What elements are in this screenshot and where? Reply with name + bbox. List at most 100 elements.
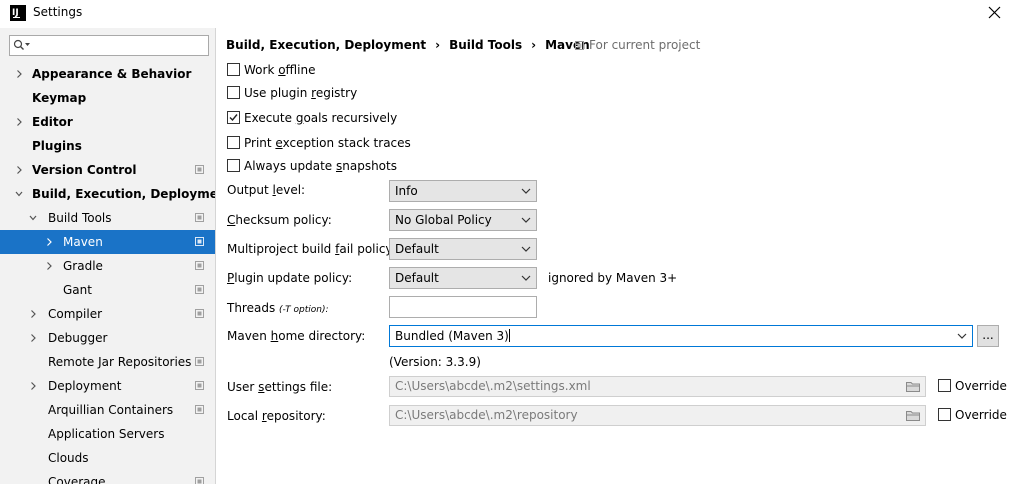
sidebar-item-plugins[interactable]: Plugins (0, 134, 215, 158)
sidebar-item-label: Application Servers (48, 427, 165, 441)
multiproject-fail-policy-dropdown[interactable]: Default (389, 238, 537, 260)
user-settings-field[interactable]: C:\Users\abcde\.m2\settings.xml (389, 376, 926, 397)
text-caret (508, 329, 510, 342)
checkbox-box[interactable] (227, 86, 240, 99)
plugin-update-policy-dropdown[interactable]: Default (389, 267, 537, 289)
sidebar-item-label: Build Tools (48, 211, 112, 225)
checkbox-label: Always update snapshots (244, 159, 397, 173)
maven-home-value: Bundled (Maven 3) (395, 329, 509, 343)
sidebar-item-label: Maven (63, 235, 103, 249)
sidebar-item-build-tools[interactable]: Build Tools (0, 206, 215, 230)
chevron-down-icon (957, 333, 967, 339)
sidebar-item-label: Build, Execution, Deployment (32, 187, 216, 201)
chevron-right-icon[interactable] (28, 333, 38, 343)
sidebar-item-label: Clouds (48, 451, 89, 465)
checkbox-label: Override (955, 379, 1007, 393)
path-value: C:\Users\abcde\.m2\repository (395, 408, 578, 422)
sidebar-item-deployment[interactable]: Deployment (0, 374, 215, 398)
checkbox-box[interactable] (227, 111, 240, 124)
sidebar-item-version-control[interactable]: Version Control (0, 158, 215, 182)
breadcrumb: Build, Execution, Deployment › Build Tools… (226, 38, 590, 52)
threads-input[interactable] (389, 296, 537, 318)
maven-settings-panel: Build, Execution, Deployment › Build Tools… (217, 28, 1009, 484)
sidebar-item-appearance-behavior[interactable]: Appearance & Behavior (0, 62, 215, 86)
chevron-right-icon[interactable] (14, 165, 24, 175)
sidebar-item-coverage[interactable]: Coverage (0, 470, 215, 484)
sidebar-item-arquillian-containers[interactable]: Arquillian Containers (0, 398, 215, 422)
intellij-app-icon: IJ (10, 5, 26, 21)
close-icon (988, 6, 1001, 19)
sidebar-item-label: Keymap (32, 91, 87, 105)
chevron-right-icon[interactable] (28, 309, 38, 319)
project-scope-icon (195, 381, 204, 390)
breadcrumb-separator: › (435, 38, 441, 52)
sidebar-item-editor[interactable]: Editor (0, 110, 215, 134)
sidebar-item-label: Gradle (63, 259, 103, 273)
maven-home-combobox[interactable]: Bundled (Maven 3) (389, 325, 973, 347)
chevron-down-icon (521, 217, 531, 223)
sidebar-item-label: Remote Jar Repositories (48, 355, 192, 369)
search-input[interactable] (9, 35, 209, 56)
breadcrumb-separator: › (531, 38, 537, 52)
local-repository-label: Local repository: (227, 409, 326, 423)
folder-icon[interactable] (906, 381, 920, 392)
project-scope-icon (195, 309, 204, 318)
chevron-right-icon[interactable] (44, 237, 54, 247)
project-scope-icon (195, 357, 204, 366)
close-button[interactable] (982, 1, 1008, 25)
checkbox-box[interactable] (938, 379, 951, 392)
chevron-down-icon (521, 188, 531, 194)
checkbox-label: Execute goals recursively (244, 111, 398, 125)
checkbox-box[interactable] (227, 159, 240, 172)
sidebar-item-label: Version Control (32, 163, 137, 177)
sidebar-item-remote-jar-repositories[interactable]: Remote Jar Repositories (0, 350, 215, 374)
project-scope-icon (195, 405, 204, 414)
browse-maven-home-button[interactable]: ... (977, 325, 999, 347)
project-scope-icon (195, 261, 204, 270)
checkmark-icon (229, 114, 238, 122)
window-title: Settings (33, 5, 83, 19)
sidebar-item-label: Plugins (32, 139, 82, 153)
chevron-down-icon[interactable] (14, 189, 24, 199)
sidebar-item-gradle[interactable]: Gradle (0, 254, 215, 278)
project-scope-icon (195, 213, 204, 222)
project-scope-icon (195, 285, 204, 294)
checkbox-label: Use plugin registry (244, 86, 358, 100)
user-settings-label: User settings file: (227, 380, 333, 394)
sidebar-item-build-execution-deployment[interactable]: Build, Execution, Deployment (0, 182, 215, 206)
sidebar-item-maven[interactable]: Maven (0, 230, 215, 254)
multiproject-fail-policy-label: Multiproject build fail policy: (227, 242, 396, 256)
settings-sidebar: Appearance & Behavior Keymap Editor Plugins… (0, 28, 216, 484)
folder-icon[interactable] (906, 410, 920, 421)
threads-label: Threads (-T option): (227, 301, 329, 315)
chevron-right-icon[interactable] (14, 117, 24, 127)
plugin-update-policy-label: Plugin update policy: (227, 271, 353, 285)
chevron-right-icon[interactable] (14, 69, 24, 79)
sidebar-item-label: Gant (63, 283, 92, 297)
sidebar-item-keymap[interactable]: Keymap (0, 86, 215, 110)
chevron-down-icon (521, 275, 531, 281)
breadcrumb-item: Build, Execution, Deployment (226, 38, 427, 52)
checkbox-box[interactable] (227, 63, 240, 76)
checksum-policy-dropdown[interactable]: No Global Policy (389, 209, 537, 231)
checkbox-box[interactable] (227, 136, 240, 149)
chevron-right-icon[interactable] (44, 261, 54, 271)
checkbox-label: Print exception stack traces (244, 136, 411, 150)
sidebar-item-label: Appearance & Behavior (32, 67, 192, 81)
output-level-label: Output level: (227, 183, 306, 197)
sidebar-item-label: Coverage (48, 475, 106, 484)
sidebar-item-compiler[interactable]: Compiler (0, 302, 215, 326)
dropdown-value: Default (395, 271, 439, 285)
chevron-right-icon[interactable] (28, 381, 38, 391)
checkbox-box[interactable] (938, 408, 951, 421)
output-level-dropdown[interactable]: Info (389, 180, 537, 202)
sidebar-item-clouds[interactable]: Clouds (0, 446, 215, 470)
sidebar-item-application-servers[interactable]: Application Servers (0, 422, 215, 446)
plugin-update-hint: ignored by Maven 3+ (548, 271, 678, 285)
chevron-down-icon[interactable] (28, 213, 38, 223)
project-scope-icon (195, 477, 204, 484)
sidebar-item-gant[interactable]: Gant (0, 278, 215, 302)
sidebar-item-debugger[interactable]: Debugger (0, 326, 215, 350)
chevron-down-icon (521, 246, 531, 252)
local-repository-field[interactable]: C:\Users\abcde\.m2\repository (389, 405, 926, 426)
